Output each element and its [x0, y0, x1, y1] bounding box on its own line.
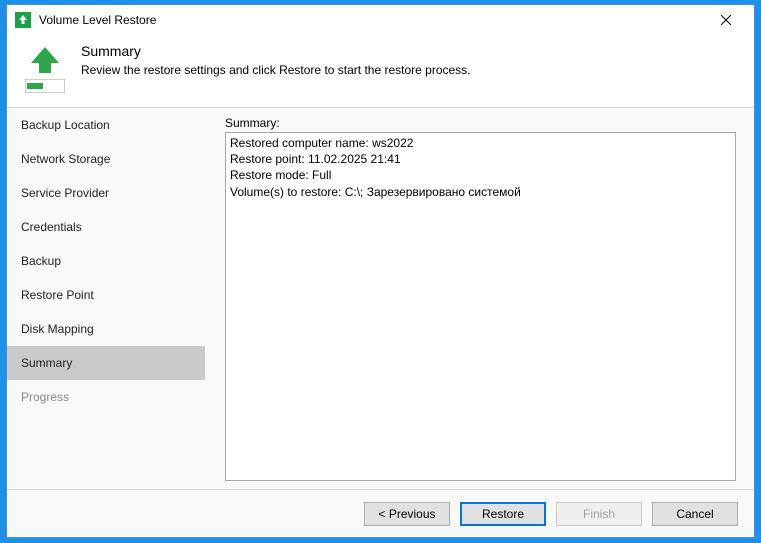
- step-backup[interactable]: Backup: [7, 244, 205, 278]
- step-credentials[interactable]: Credentials: [7, 210, 205, 244]
- wizard-body: Backup Location Network Storage Service …: [7, 108, 754, 489]
- step-service-provider[interactable]: Service Provider: [7, 176, 205, 210]
- close-button[interactable]: [706, 6, 746, 34]
- step-backup-location[interactable]: Backup Location: [7, 108, 205, 142]
- progress-bar-icon: [25, 79, 65, 93]
- wizard-header: Summary Review the restore settings and …: [7, 35, 754, 108]
- wizard-window: Volume Level Restore Summary Review the …: [6, 4, 755, 538]
- wizard-header-icon: [21, 45, 69, 93]
- step-disk-mapping[interactable]: Disk Mapping: [7, 312, 205, 346]
- titlebar: Volume Level Restore: [7, 5, 754, 35]
- finish-button: Finish: [556, 502, 642, 526]
- step-restore-point[interactable]: Restore Point: [7, 278, 205, 312]
- summary-textbox[interactable]: Restored computer name: ws2022 Restore p…: [225, 132, 736, 481]
- page-title: Summary: [81, 43, 471, 59]
- cancel-button[interactable]: Cancel: [652, 502, 738, 526]
- summary-label: Summary:: [225, 116, 736, 130]
- step-progress: Progress: [7, 380, 205, 414]
- wizard-footer: < Previous Restore Finish Cancel: [7, 489, 754, 537]
- step-network-storage[interactable]: Network Storage: [7, 142, 205, 176]
- wizard-content: Summary: Restored computer name: ws2022 …: [205, 108, 754, 489]
- wizard-header-text: Summary Review the restore settings and …: [81, 43, 471, 93]
- arrow-up-icon: [27, 45, 63, 75]
- wizard-steps-sidebar: Backup Location Network Storage Service …: [7, 108, 205, 489]
- close-icon: [721, 15, 731, 25]
- window-title: Volume Level Restore: [39, 13, 706, 27]
- step-summary[interactable]: Summary: [7, 346, 205, 380]
- previous-button[interactable]: < Previous: [364, 502, 450, 526]
- restore-button[interactable]: Restore: [460, 502, 546, 526]
- app-icon: [15, 12, 31, 28]
- page-subtitle: Review the restore settings and click Re…: [81, 63, 471, 77]
